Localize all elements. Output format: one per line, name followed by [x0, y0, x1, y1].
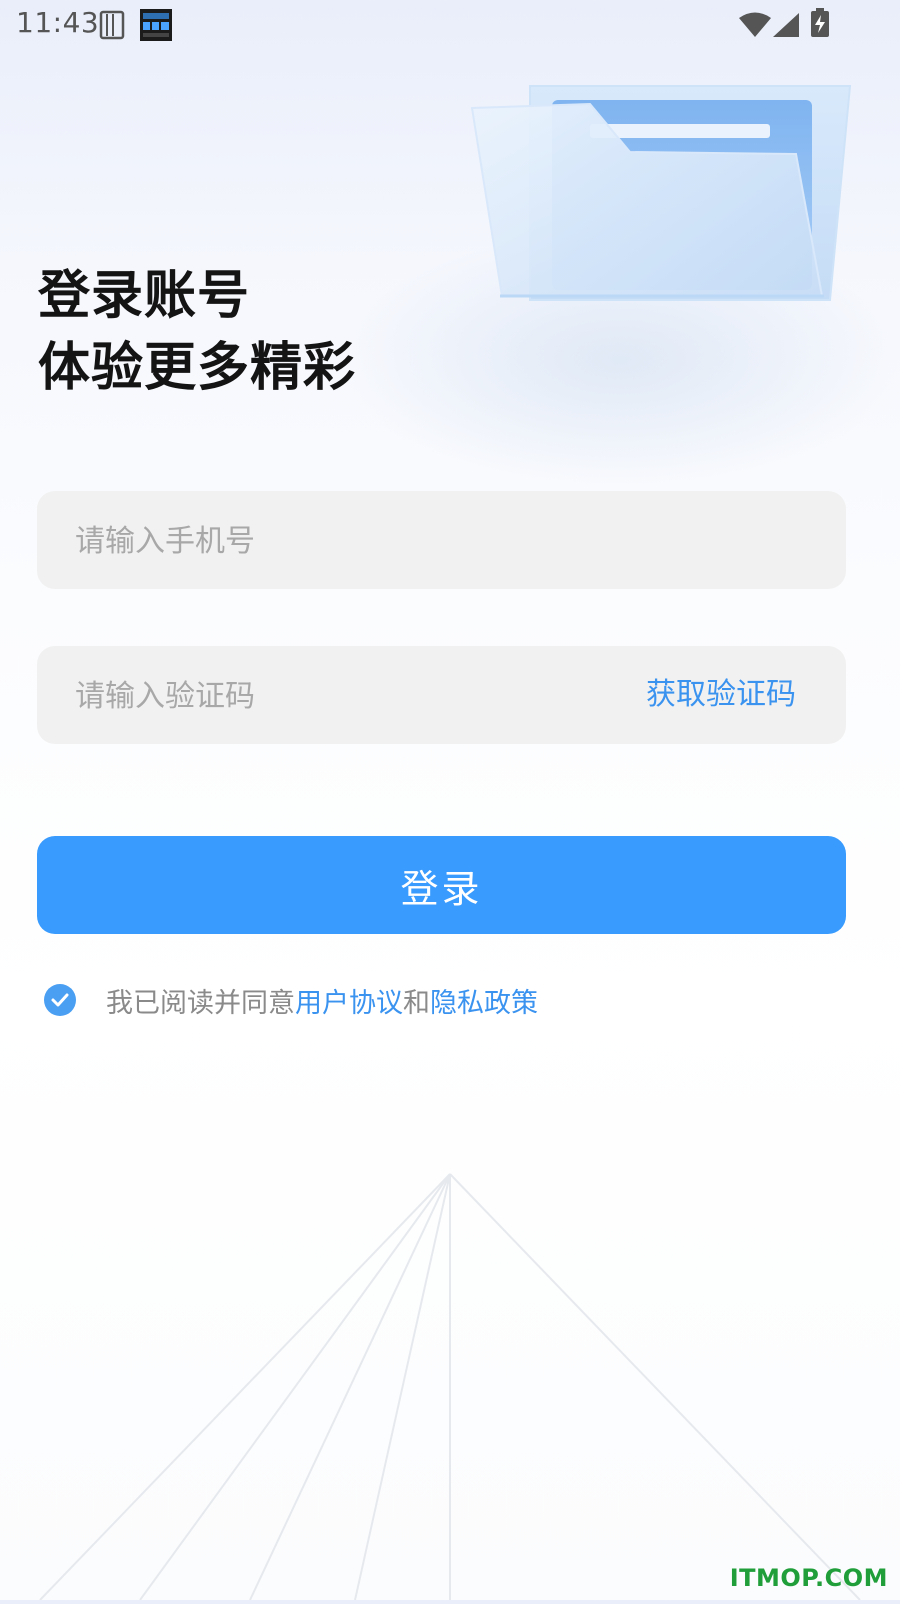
headline-line-1: 登录账号 — [38, 266, 251, 326]
clock-widget-icon — [140, 9, 172, 45]
folder-icon — [470, 80, 890, 420]
agreement-row: 我已阅读并同意用户协议和隐私政策 — [44, 980, 538, 1020]
watermark: ITMOP.COM — [729, 1564, 888, 1592]
status-bar: 11:43 — [0, 0, 900, 50]
privacy-policy-link[interactable]: 隐私政策 — [430, 988, 538, 1019]
code-field: 获取验证码 — [37, 646, 846, 746]
agreement-and: 和 — [403, 987, 430, 1019]
agreement-prefix: 我已阅读并同意 — [106, 987, 295, 1019]
code-input[interactable] — [73, 646, 597, 746]
user-agreement-link[interactable]: 用户协议 — [295, 988, 403, 1019]
decorative-lines — [0, 1160, 900, 1601]
check-icon — [51, 993, 69, 1007]
phone-field — [37, 491, 846, 591]
headline-line-2: 体验更多精彩 — [38, 338, 357, 398]
login-button[interactable]: 登录 — [37, 836, 846, 934]
sim-card-icon — [98, 10, 126, 44]
wifi-icon — [738, 12, 772, 42]
battery-charging-icon — [810, 8, 830, 42]
agreement-text: 我已阅读并同意用户协议和隐私政策 — [106, 981, 538, 1020]
status-time: 11:43 — [16, 6, 100, 39]
cell-signal-icon — [772, 12, 800, 42]
agreement-checkbox[interactable] — [44, 984, 76, 1016]
phone-input[interactable] — [73, 491, 597, 591]
get-code-button[interactable]: 获取验证码 — [646, 646, 796, 744]
